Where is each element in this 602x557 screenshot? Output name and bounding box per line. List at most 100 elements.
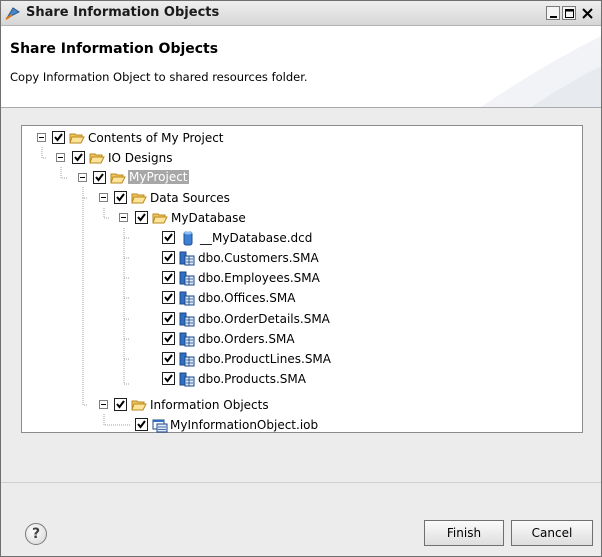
tree-node-io-designs[interactable]: IO Designs: [22, 148, 422, 168]
data-source-icon: [179, 352, 195, 367]
check-icon: [164, 273, 173, 282]
data-source-icon: [179, 291, 195, 306]
check-icon: [164, 233, 173, 242]
finish-button[interactable]: Finish: [424, 520, 504, 546]
data-source-icon: [179, 372, 195, 387]
information-object-icon: [152, 419, 168, 433]
checkbox-checked[interactable]: [162, 372, 175, 385]
check-icon: [164, 374, 173, 383]
tree-node-sma-file[interactable]: dbo.Offices.SMA: [22, 288, 422, 308]
tree-node-label: dbo.OrderDetails.SMA: [198, 312, 330, 326]
checkbox-checked[interactable]: [93, 171, 106, 184]
check-icon: [116, 193, 125, 202]
checkbox-checked[interactable]: [114, 398, 127, 411]
page-description: Copy Information Object to shared resour…: [10, 70, 308, 84]
checkbox-checked[interactable]: [114, 191, 127, 204]
collapse-toggle[interactable]: [119, 213, 128, 222]
checkbox-checked[interactable]: [162, 332, 175, 345]
close-icon: [582, 8, 593, 19]
check-icon: [164, 334, 173, 343]
tree-node-label: Contents of My Project: [88, 131, 224, 145]
resource-tree[interactable]: Contents of My Project IO Designs MyProj…: [21, 125, 583, 433]
check-icon: [95, 173, 104, 182]
checkbox-checked[interactable]: [72, 151, 85, 164]
minimize-icon: [550, 16, 557, 18]
close-button[interactable]: [580, 6, 594, 20]
maximize-icon: [565, 9, 574, 18]
share-information-objects-dialog: Share Information Objects Share Informat…: [0, 0, 602, 557]
tree-node-label: dbo.Customers.SMA: [198, 251, 319, 265]
collapse-toggle[interactable]: [99, 400, 108, 409]
data-source-icon: [179, 312, 195, 327]
tree-node-label: dbo.Offices.SMA: [198, 291, 296, 305]
checkbox-checked[interactable]: [162, 271, 175, 284]
tree-node-label: dbo.Products.SMA: [198, 372, 306, 386]
check-icon: [74, 153, 83, 162]
data-source-icon: [179, 271, 195, 286]
maximize-button[interactable]: [562, 6, 576, 20]
tree-node-label: dbo.Employees.SMA: [198, 271, 320, 285]
tree-node-dcd-file[interactable]: __MyDatabase.dcd: [22, 228, 422, 248]
check-icon: [164, 354, 173, 363]
tree-node-label: dbo.Orders.SMA: [198, 332, 295, 346]
app-icon: [5, 7, 20, 20]
check-icon: [164, 293, 173, 302]
checkbox-checked[interactable]: [162, 251, 175, 264]
tree-node-sma-file[interactable]: dbo.Employees.SMA: [22, 268, 422, 288]
folder-open-icon: [152, 213, 168, 224]
header-banner-graphic: [481, 36, 601, 107]
checkbox-checked[interactable]: [162, 312, 175, 325]
cancel-button[interactable]: Cancel: [511, 520, 593, 546]
tree-node-sma-file[interactable]: dbo.Orders.SMA: [22, 329, 422, 349]
checkbox-checked[interactable]: [135, 211, 148, 224]
tree-node-data-sources[interactable]: Data Sources: [22, 188, 422, 208]
database-icon: [183, 231, 193, 246]
tree-node-label: MyDatabase: [171, 211, 246, 225]
collapse-toggle[interactable]: [78, 173, 87, 182]
collapse-toggle[interactable]: [56, 153, 65, 162]
check-icon: [116, 400, 125, 409]
collapse-toggle[interactable]: [99, 193, 108, 202]
help-button[interactable]: ?: [25, 523, 47, 545]
title-bar[interactable]: Share Information Objects: [1, 1, 601, 26]
minimize-button[interactable]: [546, 6, 560, 20]
tree-node-sma-file[interactable]: dbo.Customers.SMA: [22, 248, 422, 268]
tree-node-root[interactable]: Contents of My Project: [22, 128, 422, 148]
check-icon: [54, 133, 63, 142]
tree-node-label: MyInformationObject.iob: [170, 418, 319, 432]
tree-node-mydatabase[interactable]: MyDatabase: [22, 208, 422, 228]
folder-open-icon: [69, 133, 85, 144]
checkbox-checked[interactable]: [162, 291, 175, 304]
folder-open-icon: [89, 153, 105, 164]
tree-node-label: dbo.ProductLines.SMA: [198, 352, 331, 366]
tree-node-sma-file[interactable]: dbo.ProductLines.SMA: [22, 349, 422, 369]
check-icon: [164, 253, 173, 262]
folder-open-icon: [131, 193, 147, 204]
tree-node-label: Data Sources: [150, 191, 230, 205]
checkbox-checked[interactable]: [135, 418, 148, 431]
collapse-toggle[interactable]: [37, 133, 46, 142]
folder-open-icon: [110, 173, 126, 184]
window-title: Share Information Objects: [26, 5, 220, 20]
tree-node-sma-file[interactable]: dbo.Products.SMA: [22, 369, 422, 389]
tree-node-iob-file[interactable]: MyInformationObject.iob: [22, 415, 422, 435]
tree-node-label: IO Designs: [108, 151, 173, 165]
tree-node-label: Information Objects: [150, 398, 269, 412]
tree-node-label-selected: MyProject: [128, 170, 189, 184]
checkbox-checked[interactable]: [162, 231, 175, 244]
check-icon: [137, 420, 146, 429]
help-icon: ?: [31, 526, 41, 542]
check-icon: [164, 314, 173, 323]
tree-node-information-objects[interactable]: Information Objects: [22, 395, 422, 415]
wizard-header: Share Information Objects Copy Informati…: [1, 26, 601, 108]
checkbox-checked[interactable]: [52, 131, 65, 144]
checkbox-checked[interactable]: [162, 352, 175, 365]
tree-node-label: __MyDatabase.dcd: [200, 231, 313, 245]
tree-node-sma-file[interactable]: dbo.OrderDetails.SMA: [22, 309, 422, 329]
tree-node-myproject[interactable]: MyProject: [22, 168, 422, 188]
page-title: Share Information Objects: [10, 41, 219, 57]
footer-divider: [1, 482, 601, 483]
data-source-icon: [179, 332, 195, 347]
data-source-icon: [179, 251, 195, 266]
check-icon: [137, 213, 146, 222]
